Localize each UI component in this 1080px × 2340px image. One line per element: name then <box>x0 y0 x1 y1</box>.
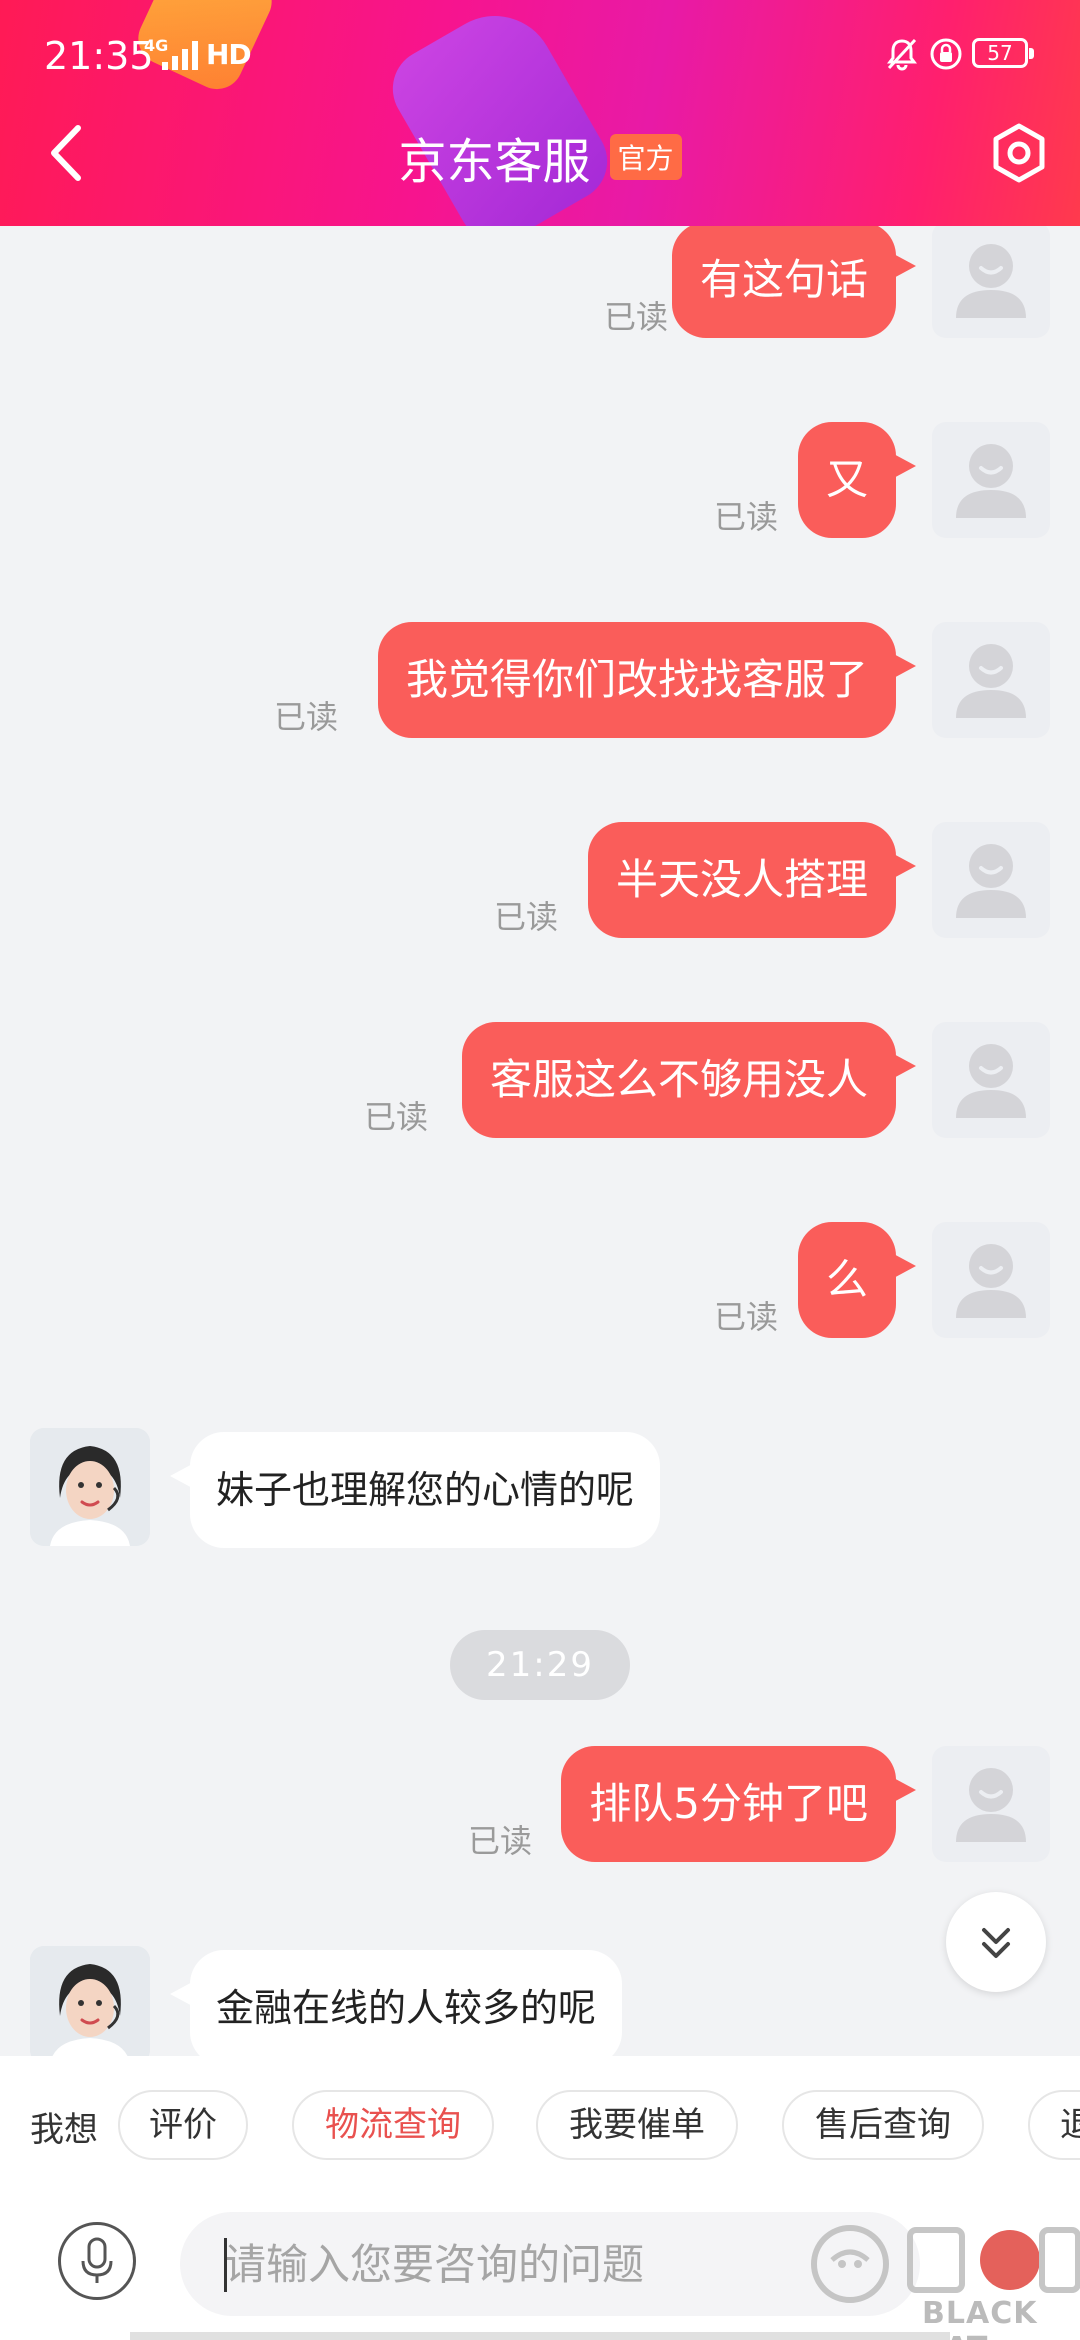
bell-muted-icon <box>887 38 917 71</box>
signal-icon <box>162 41 198 70</box>
scroll-to-bottom-button[interactable] <box>946 1892 1046 1992</box>
user-avatar-icon <box>956 1044 1026 1118</box>
message-input[interactable] <box>180 2212 920 2316</box>
message-bubble[interactable]: 我觉得你们改找找客服了 <box>377 622 917 738</box>
user-avatar[interactable] <box>932 226 1050 338</box>
microphone-icon <box>81 2237 113 2283</box>
official-badge: 官方 <box>609 134 682 180</box>
quick-actions-bar[interactable]: 我想 评价 物流查询 我要催单 售后查询 退 <box>0 2056 1080 2196</box>
rotation-lock-icon <box>930 38 962 70</box>
timestamp-divider: 21:29 <box>450 1630 630 1700</box>
read-status: 已读 <box>273 698 338 736</box>
message-bubble[interactable]: 又 <box>797 422 917 538</box>
chip-return[interactable]: 退 <box>1028 2090 1080 2160</box>
title-area: 京东客服 官方 <box>0 122 1080 192</box>
chip-after-sales[interactable]: 售后查询 <box>782 2090 984 2160</box>
read-status: 已读 <box>713 1298 778 1336</box>
quick-actions-label: 我想 <box>30 2110 98 2150</box>
chip-logistics[interactable]: 物流查询 <box>292 2090 494 2160</box>
read-status: 已读 <box>467 1822 532 1860</box>
voice-input-button[interactable] <box>58 2222 136 2300</box>
user-avatar[interactable] <box>932 1222 1050 1338</box>
user-avatar[interactable] <box>932 622 1050 738</box>
message-bubble[interactable]: 半天没人搭理 <box>587 822 917 938</box>
settings-icon[interactable] <box>988 122 1050 184</box>
user-avatar-icon <box>956 644 1026 718</box>
chip-review[interactable]: 评价 <box>118 2090 248 2160</box>
user-avatar[interactable] <box>932 1746 1050 1862</box>
read-status: 已读 <box>603 298 668 336</box>
double-chevron-down-icon <box>982 1928 1010 1958</box>
user-avatar-icon <box>956 844 1026 918</box>
page-title: 京东客服 <box>398 134 591 190</box>
user-avatar-icon <box>956 1244 1026 1318</box>
read-status: 已读 <box>493 898 558 936</box>
user-avatar[interactable] <box>932 1022 1050 1138</box>
user-avatar[interactable] <box>932 822 1050 938</box>
message-bubble[interactable]: 金融在线的人较多的呢 <box>169 1950 623 2056</box>
user-avatar[interactable] <box>932 422 1050 538</box>
chip-urge-order[interactable]: 我要催单 <box>536 2090 738 2160</box>
read-status: 已读 <box>363 1098 428 1136</box>
app-header: 21:35 4G HD 57 京东客服 官方 <box>0 0 1080 226</box>
message-bubble[interactable]: 么 <box>797 1222 917 1338</box>
gesture-bar <box>130 2332 950 2340</box>
user-avatar-icon <box>956 244 1026 318</box>
agent-avatar-photo <box>30 1946 150 2056</box>
status-bar: 21:35 4G HD 57 <box>0 0 1080 110</box>
message-bubble[interactable]: 有这句话 <box>671 226 917 338</box>
hd-indicator: HD <box>206 38 252 71</box>
read-status: 已读 <box>713 498 778 536</box>
status-time: 21:35 <box>44 34 154 78</box>
message-bubble[interactable]: 客服这么不够用没人 <box>461 1022 917 1138</box>
agent-avatar[interactable] <box>30 1428 150 1546</box>
agent-avatar[interactable] <box>30 1946 150 2056</box>
text-caret <box>224 2238 227 2292</box>
chat-message-list[interactable]: 已读 有这句话 已读 又 已读 我觉得你们改找找客服了 已读 半天没人搭理 已读… <box>0 226 1080 2056</box>
message-bubble[interactable]: 妹子也理解您的心情的呢 <box>169 1432 661 1548</box>
battery-indicator: 57 <box>972 38 1034 68</box>
user-avatar-icon <box>956 444 1026 518</box>
message-bubble[interactable]: 排队5分钟了吧 <box>561 1746 916 1862</box>
user-avatar-icon <box>956 1768 1026 1842</box>
agent-avatar-photo <box>30 1428 150 1546</box>
